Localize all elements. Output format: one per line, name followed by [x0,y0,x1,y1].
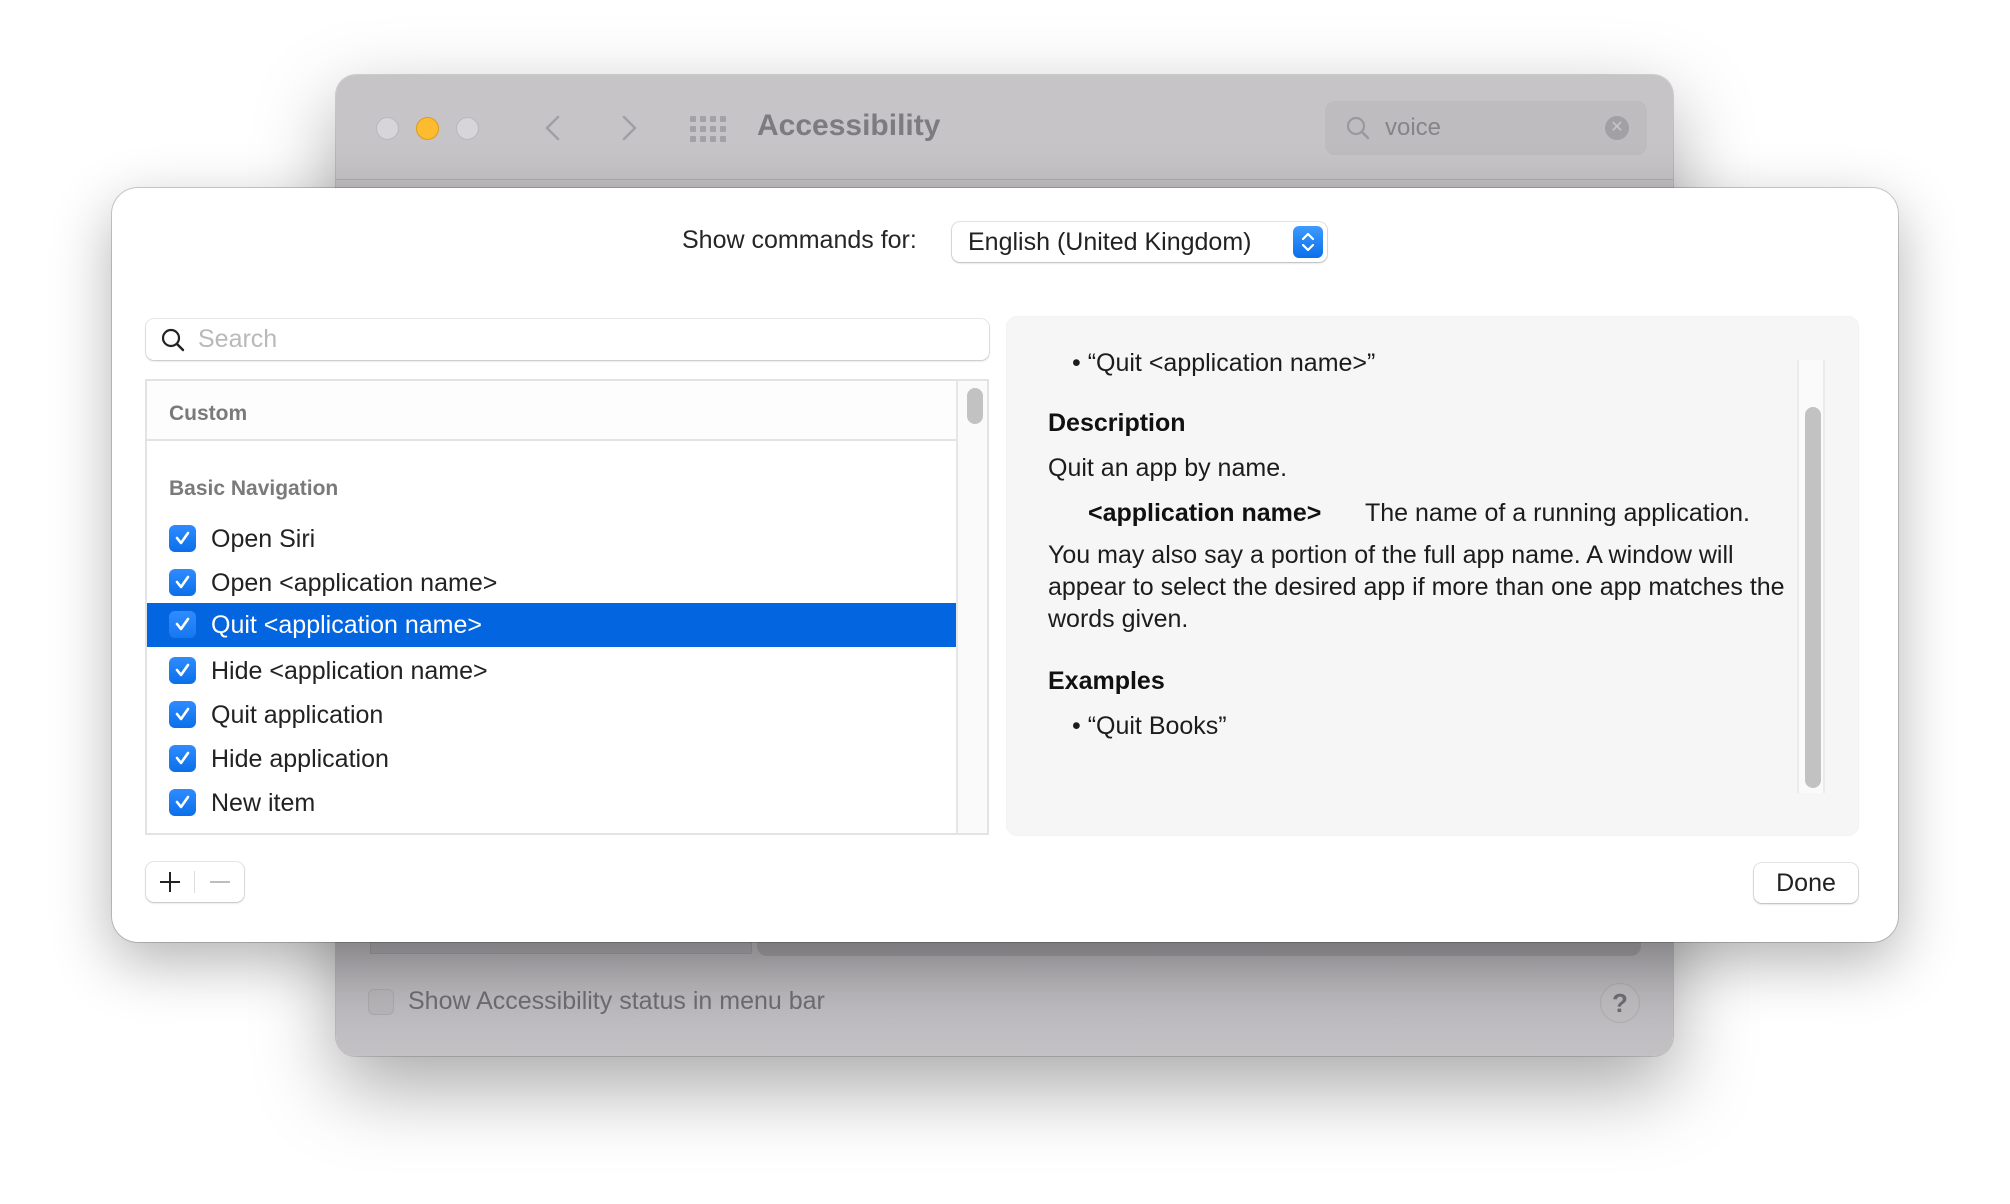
help-button[interactable]: ? [1600,983,1640,1023]
example-item: • “Quit Books” [1072,712,1227,740]
up-down-chevron-icon [1293,226,1323,258]
preferences-search-value[interactable]: voice [1385,114,1441,142]
show-commands-label: Show commands for: [682,226,917,254]
plus-icon [160,872,180,892]
parameter-name: <application name> [1088,499,1322,527]
command-row-quit-application[interactable]: Quit application [147,693,956,737]
command-row-open-application-name[interactable]: Open <application name> [147,561,956,605]
command-label: Quit <application name> [211,611,483,639]
search-icon [161,328,185,352]
command-checkbox[interactable] [169,611,196,638]
list-scrollbar-thumb[interactable] [967,388,983,424]
checkmark-icon [175,617,190,631]
status-menu-checkbox[interactable] [368,989,394,1015]
checkmark-icon [175,795,190,809]
parameter-description: The name of a running application. [1365,499,1750,527]
command-label: Open Siri [211,525,316,553]
section-title-basic-navigation: Basic Navigation [169,477,339,500]
commands-list[interactable]: Custom Basic Navigation Open Siri Open <… [145,379,989,835]
search-icon [1346,116,1370,140]
window-title: Accessibility [757,109,941,142]
command-label: Hide <application name> [211,657,488,685]
examples-heading: Examples [1048,667,1165,695]
commands-search-input[interactable] [198,323,968,355]
command-row-quit-application-name[interactable]: Quit <application name> [147,603,956,647]
section-custom[interactable]: Custom [147,381,956,441]
add-command-button[interactable] [146,862,194,902]
description-text: Quit an app by name. [1048,454,1288,482]
chevron-right-icon [622,115,637,141]
command-label: Open <application name> [211,569,498,597]
command-phrase: • “Quit <application name>” [1072,349,1376,377]
remove-command-button[interactable] [196,862,244,902]
commands-list-content: Custom Basic Navigation Open Siri Open <… [147,381,958,833]
command-checkbox[interactable] [169,745,196,772]
checkmark-icon [175,751,190,765]
description-paragraph: You may also say a portion of the full a… [1048,541,1785,633]
add-remove-control [146,862,244,902]
back-button[interactable] [538,113,568,143]
checkmark-icon [175,663,190,677]
command-detail-panel: • “Quit <application name>” Description … [1007,317,1858,835]
zoom-button[interactable] [456,117,479,140]
close-button[interactable] [376,117,399,140]
command-label: New item [211,789,316,817]
show-all-grid-icon[interactable] [690,116,726,142]
chevron-left-icon [545,115,560,141]
window-toolbar: Accessibility voice ✕ [336,75,1673,180]
preferences-search-field[interactable]: voice ✕ [1325,101,1647,155]
checkmark-icon [175,707,190,721]
detail-scrollbar-thumb[interactable] [1805,407,1821,788]
minus-icon [210,881,230,883]
command-checkbox[interactable] [169,525,196,552]
minimize-button[interactable] [416,117,439,140]
section-title-custom: Custom [169,402,248,425]
add-remove-divider [194,871,195,893]
command-row-hide-application[interactable]: Hide application [147,737,956,781]
command-checkbox[interactable] [169,569,196,596]
language-popup-value: English (United Kingdom) [968,228,1252,256]
detail-scrollbar[interactable] [1797,360,1825,793]
status-menu-checkbox-label: Show Accessibility status in menu bar [408,987,825,1015]
done-button[interactable]: Done [1754,863,1858,903]
command-row-open-siri[interactable]: Open Siri [147,517,956,561]
language-popup[interactable]: English (United Kingdom) [952,222,1327,262]
commands-search-field[interactable] [146,319,989,360]
command-checkbox[interactable] [169,657,196,684]
list-scrollbar[interactable] [958,381,987,833]
command-row-partial [147,825,956,835]
command-checkbox[interactable] [169,833,196,835]
description-heading: Description [1048,409,1186,437]
checkmark-icon [175,575,190,589]
checkmark-icon [175,531,190,545]
forward-button[interactable] [614,113,644,143]
command-checkbox[interactable] [169,701,196,728]
command-label: Hide application [211,745,389,773]
voice-commands-sheet: Show commands for: English (United Kingd… [112,188,1898,942]
command-label: Quit application [211,701,384,729]
clear-icon[interactable]: ✕ [1605,116,1629,140]
command-checkbox[interactable] [169,789,196,816]
command-row-hide-application-name[interactable]: Hide <application name> [147,649,956,693]
command-row-new-item[interactable]: New item [147,781,956,825]
